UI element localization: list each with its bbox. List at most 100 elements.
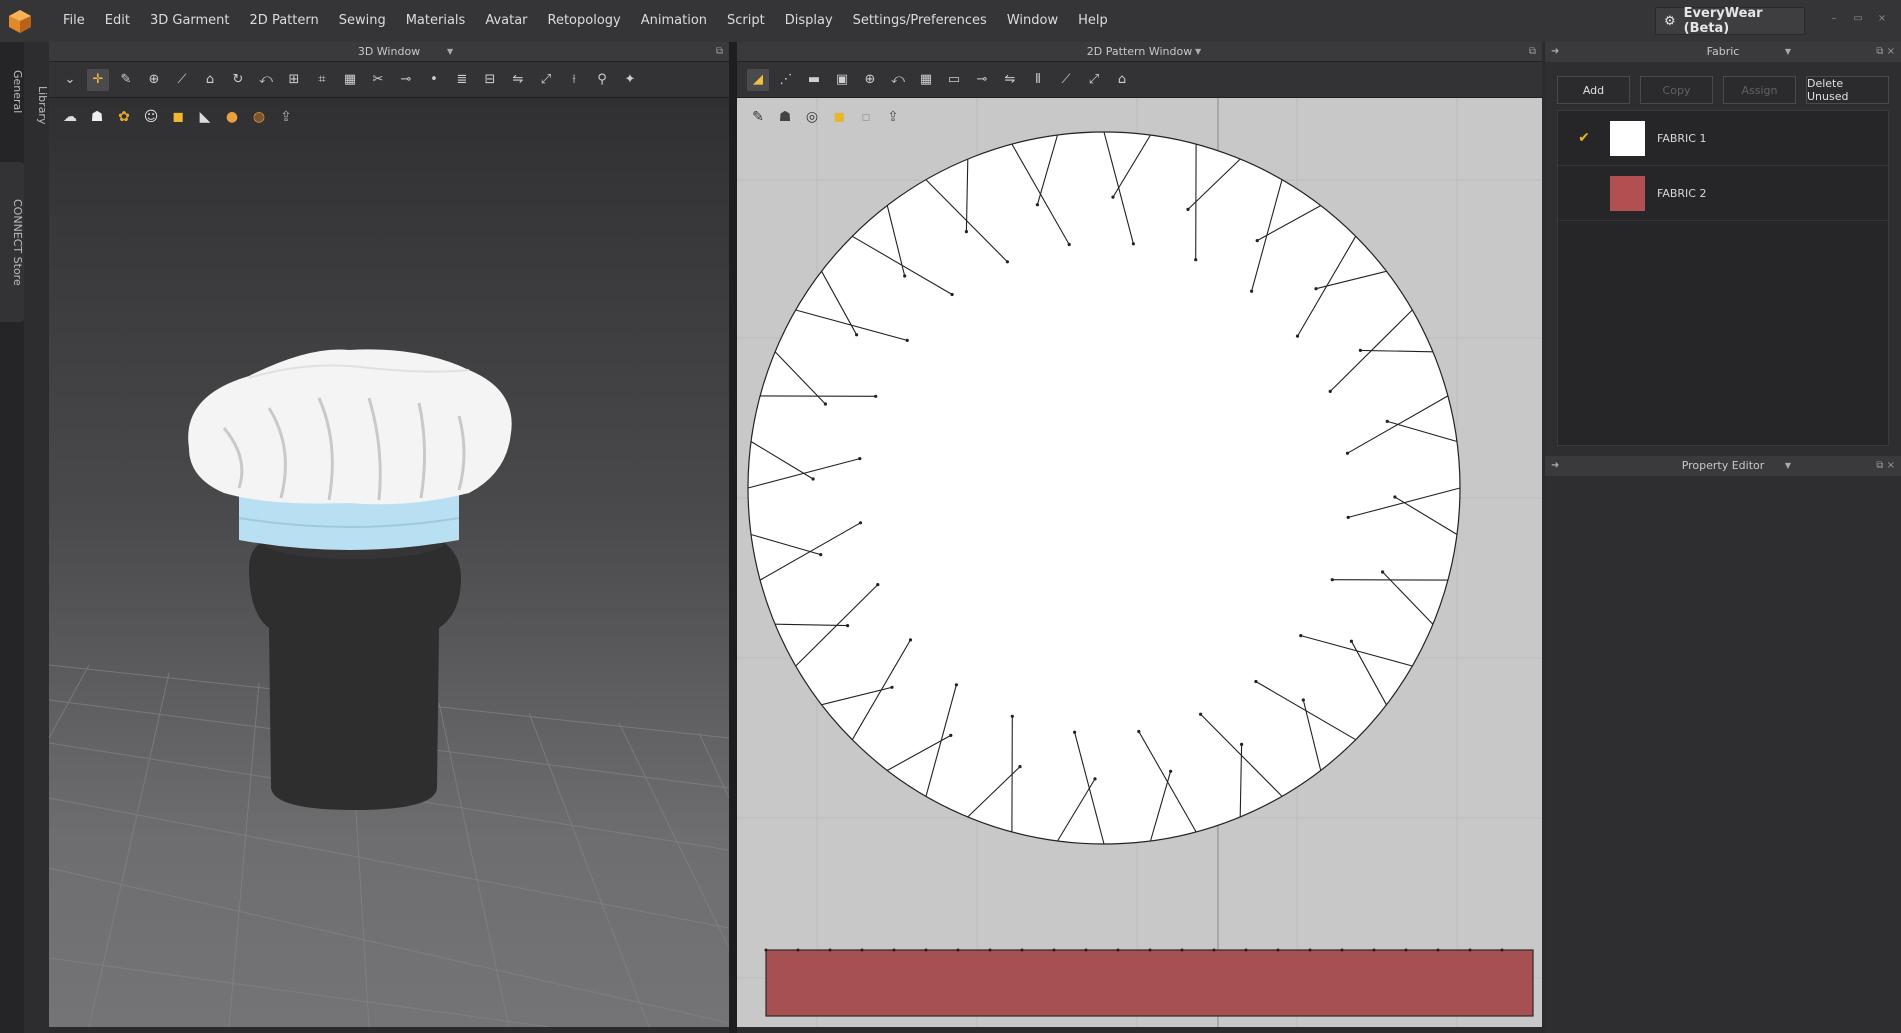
- shirt-icon[interactable]: ⊞: [283, 69, 305, 91]
- menu-item[interactable]: Avatar: [475, 0, 537, 42]
- pin-icon[interactable]: ⊕: [859, 69, 881, 91]
- assign-fabric-button[interactable]: Assign: [1723, 76, 1796, 104]
- walk-icon[interactable]: ⚲: [591, 69, 613, 91]
- grid-icon[interactable]: ▦: [915, 69, 937, 91]
- 3d-window-title: 3D Window: [357, 45, 421, 58]
- menu-item[interactable]: Display: [775, 0, 843, 42]
- shirt-icon[interactable]: ☗: [774, 106, 796, 128]
- grid-icon[interactable]: ▦: [339, 69, 361, 91]
- 2d-viewport[interactable]: ✎ ☗ ◎ ◼ ▫ ⇪: [737, 98, 1542, 1027]
- 3d-viewport[interactable]: ☁ ☗ ✿ ☺ ◼ ◣ ● ◍ ⇪: [49, 98, 729, 1027]
- chevron-down-icon[interactable]: ▼: [1785, 42, 1791, 62]
- menu-item[interactable]: Retopology: [538, 0, 631, 42]
- stripes-icon[interactable]: ⦀: [1027, 69, 1049, 91]
- menu-item[interactable]: Materials: [396, 0, 476, 42]
- globe-icon[interactable]: ◍: [248, 106, 270, 128]
- fabric-row-1[interactable]: ✔ FABRIC 1: [1558, 111, 1888, 166]
- segment-icon[interactable]: ▭: [943, 69, 965, 91]
- menu-item[interactable]: File: [53, 0, 95, 42]
- cut-icon[interactable]: ✂: [367, 69, 389, 91]
- window-splitter[interactable]: [729, 42, 737, 1033]
- check-icon: ✔: [1578, 130, 1590, 146]
- close-icon[interactable]: ×: [1874, 12, 1890, 26]
- edit-pattern-icon[interactable]: ◢: [747, 68, 769, 91]
- menu-item[interactable]: Help: [1068, 0, 1118, 42]
- mesh-icon[interactable]: ⌗: [311, 69, 333, 91]
- menu-item[interactable]: 3D Garment: [140, 0, 240, 42]
- pin-icon[interactable]: ⟋: [171, 69, 193, 91]
- tab-connect-store[interactable]: CONNECT Store: [0, 162, 24, 322]
- draw-icon[interactable]: ⟋: [1055, 69, 1077, 91]
- band-pattern-piece[interactable]: [764, 948, 1534, 1017]
- tack-icon[interactable]: ⊕: [143, 69, 165, 91]
- avatar-tools: ☁ ☗ ✿ ☺ ◼ ◣ ● ◍ ⇪: [59, 106, 297, 128]
- texture-icon[interactable]: ◎: [801, 106, 823, 128]
- seam-icon[interactable]: ⊸: [971, 69, 993, 91]
- brush-icon[interactable]: ✎: [115, 69, 137, 91]
- popout-icon[interactable]: ⧉: [716, 42, 723, 62]
- menu-item[interactable]: Script: [717, 0, 775, 42]
- circle-pattern-piece[interactable]: [747, 131, 1461, 845]
- export-icon[interactable]: ⇪: [882, 106, 904, 128]
- fold-icon[interactable]: ⤺: [887, 69, 909, 91]
- brush-icon[interactable]: ✎: [747, 106, 769, 128]
- tab-general[interactable]: General: [0, 62, 24, 122]
- 2d-toolbar: ◢ ⋰ ▬ ▣ ⊕ ⤺ ▦ ▭ ⊸ ⇋ ⦀ ⟋ ⤢ ⌂: [737, 62, 1542, 98]
- points-icon[interactable]: ⋰: [775, 69, 797, 91]
- rotate-icon[interactable]: ↻: [227, 69, 249, 91]
- ruler-icon[interactable]: ⟊: [563, 69, 585, 91]
- pin-icon[interactable]: ➜: [1551, 456, 1559, 476]
- copy-fabric-button[interactable]: Copy: [1640, 76, 1713, 104]
- menu-item[interactable]: Sewing: [329, 0, 396, 42]
- fold-icon[interactable]: ⤺: [255, 69, 277, 91]
- avatar-icon[interactable]: ☺: [140, 106, 162, 128]
- align-icon[interactable]: ⊟: [479, 69, 501, 91]
- chevron-down-icon[interactable]: ▼: [1195, 42, 1201, 62]
- flip-icon[interactable]: ⇋: [507, 69, 529, 91]
- main-menu: File Edit 3D Garment 2D Pattern Sewing Materi…: [53, 0, 1118, 42]
- move-icon[interactable]: ✛: [87, 68, 109, 91]
- fabric-row-2[interactable]: FABRIC 2: [1558, 166, 1888, 221]
- measure-icon[interactable]: ⤢: [535, 69, 557, 91]
- extra-icon[interactable]: ✦: [619, 69, 641, 91]
- popout-icon[interactable]: ⧉: [1529, 42, 1536, 62]
- minimize-icon[interactable]: –: [1826, 12, 1842, 26]
- panel-controls-icon[interactable]: ⧉ ×: [1876, 42, 1895, 62]
- layer-icon[interactable]: ≣: [451, 69, 473, 91]
- sew-icon[interactable]: ⇋: [999, 69, 1021, 91]
- shoe-icon[interactable]: ◣: [194, 106, 216, 128]
- texture-icon[interactable]: ✿: [113, 106, 135, 128]
- shade-icon[interactable]: ▫: [855, 106, 877, 128]
- chevron-down-icon[interactable]: ▼: [1785, 456, 1791, 476]
- menu-item[interactable]: Settings/Preferences: [843, 0, 997, 42]
- skin-icon[interactable]: ●: [221, 106, 243, 128]
- panel-controls-icon[interactable]: ⧉ ×: [1876, 456, 1895, 476]
- tab-library[interactable]: Library: [24, 80, 49, 130]
- sew-icon[interactable]: ⊸: [395, 69, 417, 91]
- product-switch-label: EveryWear (Beta): [1683, 6, 1763, 36]
- product-switch[interactable]: ⚙ EveryWear (Beta): [1655, 6, 1805, 36]
- fabric-icon[interactable]: ◼: [167, 106, 189, 128]
- delete-unused-button[interactable]: Delete Unused: [1806, 76, 1889, 104]
- add-fabric-button[interactable]: Add: [1557, 76, 1630, 104]
- shirt-icon[interactable]: ☗: [86, 106, 108, 128]
- app-logo-icon[interactable]: [3, 4, 37, 38]
- export-icon[interactable]: ⇪: [275, 106, 297, 128]
- frame-icon[interactable]: ▣: [831, 69, 853, 91]
- 2d-window-title-bar: 2D Pattern Window ▼ ⧉: [737, 42, 1542, 62]
- restore-icon[interactable]: ▭: [1850, 12, 1866, 26]
- menu-item[interactable]: 2D Pattern: [240, 0, 329, 42]
- chevron-down-icon[interactable]: ▼: [447, 42, 453, 62]
- rectangle-icon[interactable]: ▬: [803, 69, 825, 91]
- garment-icon[interactable]: ⌂: [199, 69, 221, 91]
- measure-icon[interactable]: ⤢: [1083, 69, 1105, 91]
- select-icon[interactable]: ⌄: [59, 69, 81, 91]
- menu-item[interactable]: Window: [997, 0, 1068, 42]
- hair-icon[interactable]: ☁: [59, 106, 81, 128]
- menu-item[interactable]: Animation: [631, 0, 717, 42]
- pin-icon[interactable]: ➜: [1551, 42, 1559, 62]
- fabric-icon[interactable]: ◼: [828, 106, 850, 128]
- shirt-icon[interactable]: ⌂: [1111, 69, 1133, 91]
- menu-item[interactable]: Edit: [95, 0, 140, 42]
- point-icon[interactable]: •: [423, 69, 445, 91]
